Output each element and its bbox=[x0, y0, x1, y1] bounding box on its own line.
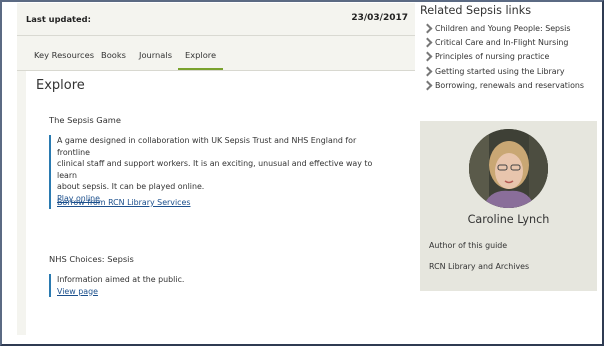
author-role: Author of this guide bbox=[429, 241, 508, 250]
explore-panel: Explore The Sepsis Game A game designed … bbox=[26, 71, 416, 335]
related-link-item[interactable]: Borrowing, renewals and reservations bbox=[420, 80, 585, 95]
borrow-from-library-link[interactable]: Borrow from RCN Library Services bbox=[57, 198, 190, 207]
description-line: A game designed in collaboration with UK… bbox=[57, 136, 357, 157]
related-links-title: Related Sepsis links bbox=[420, 4, 532, 17]
description-line: about sepsis. It can be played online. bbox=[57, 182, 205, 192]
related-link-label: Critical Care and In-Flight Nursing bbox=[435, 38, 569, 48]
guide-main: Last updated: 23/03/2017 Key Resources B… bbox=[17, 3, 416, 335]
sepsis-game-description: A game designed in collaboration with UK… bbox=[49, 135, 379, 205]
author-profile-card: Caroline Lynch Author of this guide RCN … bbox=[420, 121, 597, 291]
author-department: RCN Library and Archives bbox=[429, 262, 530, 271]
avatar bbox=[469, 129, 548, 208]
last-updated-date: 23/03/2017 bbox=[351, 13, 408, 23]
borrow-link-block: Borrow from RCN Library Services bbox=[49, 197, 190, 209]
guide-tabs: Key Resources Books Journals Explore bbox=[17, 43, 415, 71]
chevron-right-icon bbox=[422, 37, 433, 48]
related-link-item[interactable]: Getting started using the Library bbox=[420, 66, 584, 81]
chevron-right-icon bbox=[422, 66, 433, 77]
description-line: clinical staff and support workers. It i… bbox=[57, 159, 373, 180]
last-updated-label: Last updated: bbox=[26, 14, 91, 24]
author-name: Caroline Lynch bbox=[467, 213, 550, 226]
related-link-label: Getting started using the Library bbox=[435, 66, 565, 76]
related-links-list: Children and Young People: Sepsis Critic… bbox=[420, 23, 585, 95]
tab-journals[interactable]: Journals bbox=[139, 50, 172, 70]
tab-books[interactable]: Books bbox=[101, 50, 126, 70]
author-photo bbox=[469, 129, 548, 208]
related-link-item[interactable]: Children and Young People: Sepsis bbox=[420, 23, 584, 38]
related-link-label: Children and Young People: Sepsis bbox=[435, 24, 571, 33]
tab-key-resources[interactable]: Key Resources bbox=[34, 50, 94, 70]
last-updated-bar: Last updated: 23/03/2017 bbox=[17, 3, 415, 36]
related-link-item[interactable]: Principles of nursing practice bbox=[420, 51, 584, 66]
section-title-nhs-choices: NHS Choices: Sepsis bbox=[49, 254, 134, 264]
view-page-link[interactable]: View page bbox=[57, 287, 98, 296]
tab-explore[interactable]: Explore bbox=[178, 50, 224, 70]
description-line: Information aimed at the public. bbox=[57, 275, 185, 284]
chevron-right-icon bbox=[422, 80, 433, 91]
page-title: Explore bbox=[36, 78, 85, 93]
chevron-right-icon bbox=[422, 51, 433, 62]
nhs-choices-description: Information aimed at the public. View pa… bbox=[49, 274, 185, 298]
related-link-label: Principles of nursing practice bbox=[435, 52, 550, 62]
related-link-label: Borrowing, renewals and reservations bbox=[435, 80, 585, 90]
chevron-right-icon bbox=[422, 23, 433, 34]
section-title-sepsis-game: The Sepsis Game bbox=[49, 115, 121, 125]
related-link-item[interactable]: Critical Care and In-Flight Nursing bbox=[420, 37, 584, 52]
